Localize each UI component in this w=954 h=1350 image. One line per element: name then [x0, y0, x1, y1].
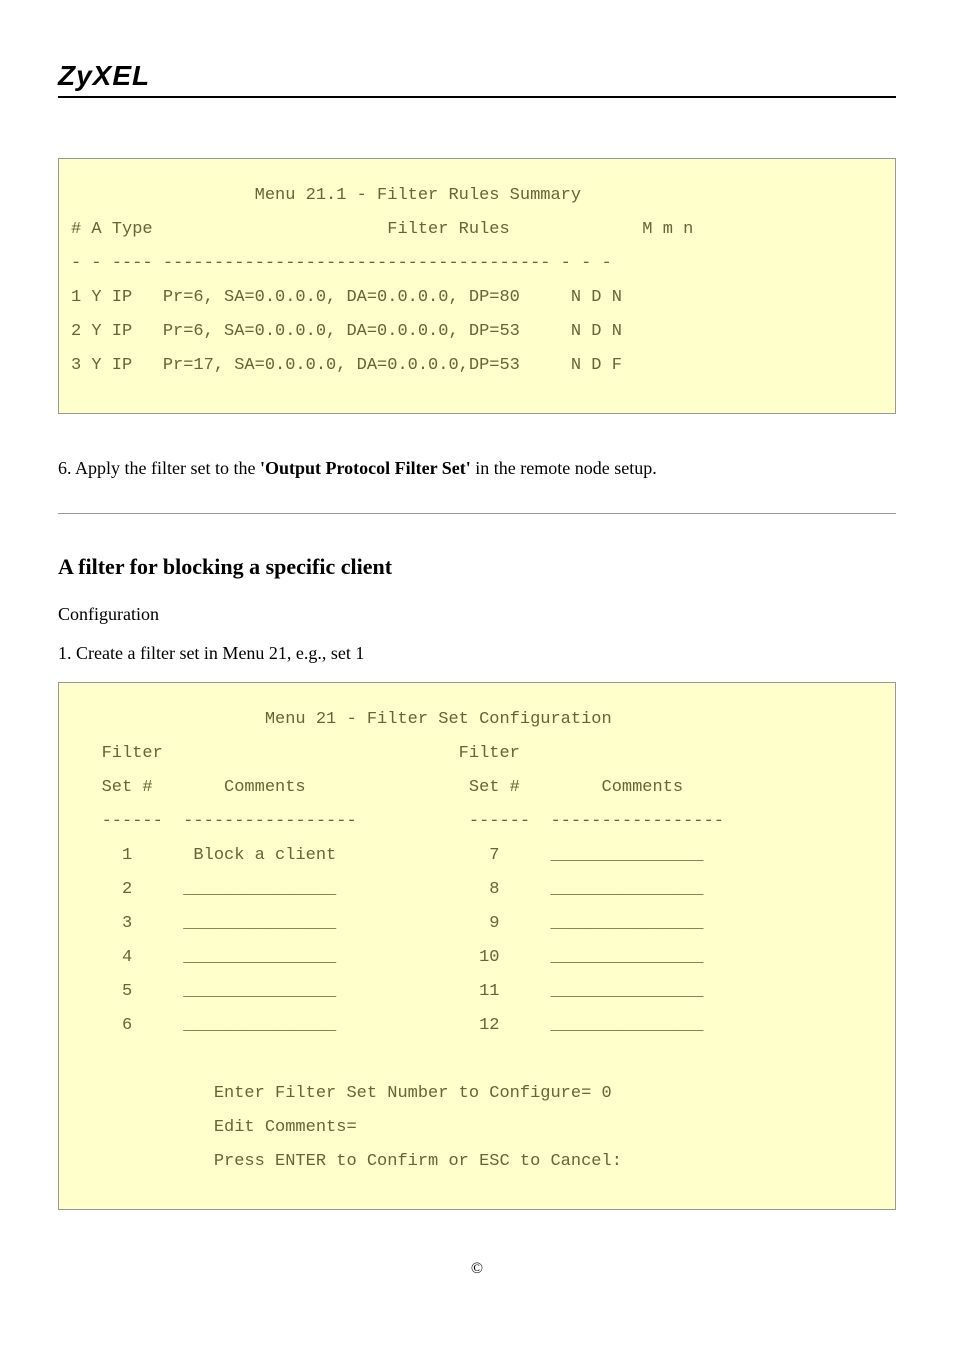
filter-rules-summary-box: Menu 21.1 - Filter Rules Summary # A Typ…: [58, 158, 896, 414]
box2-prompt-2: Edit Comments=: [71, 1118, 357, 1137]
box2-row-3: 3 _______________ 9 _______________: [71, 914, 704, 933]
step-6-text: 6. Apply the filter set to the 'Output P…: [58, 454, 896, 483]
logo: ZyXEL: [58, 60, 896, 92]
box1-row-1: 1 Y IP Pr=6, SA=0.0.0.0, DA=0.0.0.0, DP=…: [71, 288, 622, 307]
filter-set-configuration-box: Menu 21 - Filter Set Configuration Filte…: [58, 682, 896, 1210]
box2-row-2: 2 _______________ 8 _______________: [71, 880, 704, 899]
section-divider: [58, 513, 896, 514]
step-6-bold: 'Output Protocol Filter Set': [260, 458, 471, 478]
step-6-post: in the remote node setup.: [471, 458, 657, 478]
header-rule: [58, 96, 896, 98]
page: ZyXEL Menu 21.1 - Filter Rules Summary #…: [0, 0, 954, 1318]
box2-prompt-1: Enter Filter Set Number to Configure= 0: [71, 1084, 612, 1103]
box1-row-2: 2 Y IP Pr=6, SA=0.0.0.0, DA=0.0.0.0, DP=…: [71, 322, 622, 341]
section-heading: A filter for blocking a specific client: [58, 554, 896, 580]
configuration-label: Configuration: [58, 604, 896, 625]
box2-hdr1: Filter Filter: [71, 744, 520, 763]
box1-row-3: 3 Y IP Pr=17, SA=0.0.0.0, DA=0.0.0.0,DP=…: [71, 356, 622, 375]
box2-title: Menu 21 - Filter Set Configuration: [71, 710, 612, 729]
box2-row-6: 6 _______________ 12 _______________: [71, 1016, 704, 1035]
box2-row-4: 4 _______________ 10 _______________: [71, 948, 704, 967]
footer-copyright: ©: [58, 1260, 896, 1278]
box2-prompt-3: Press ENTER to Confirm or ESC to Cancel:: [71, 1152, 622, 1171]
box1-header: # A Type Filter Rules M m n: [71, 220, 693, 239]
box1-title: Menu 21.1 - Filter Rules Summary: [71, 186, 581, 205]
box2-row-5: 5 _______________ 11 _______________: [71, 982, 704, 1001]
step-6-pre: 6. Apply the filter set to the: [58, 458, 260, 478]
box2-sep: ------ ----------------- ------ --------…: [71, 812, 724, 831]
step-1-text: 1. Create a filter set in Menu 21, e.g.,…: [58, 643, 896, 664]
box1-sep: - - ---- -------------------------------…: [71, 254, 612, 273]
box2-hdr2: Set # Comments Set # Comments: [71, 778, 683, 797]
box2-row-1: 1 Block a client 7 _______________: [71, 846, 704, 865]
